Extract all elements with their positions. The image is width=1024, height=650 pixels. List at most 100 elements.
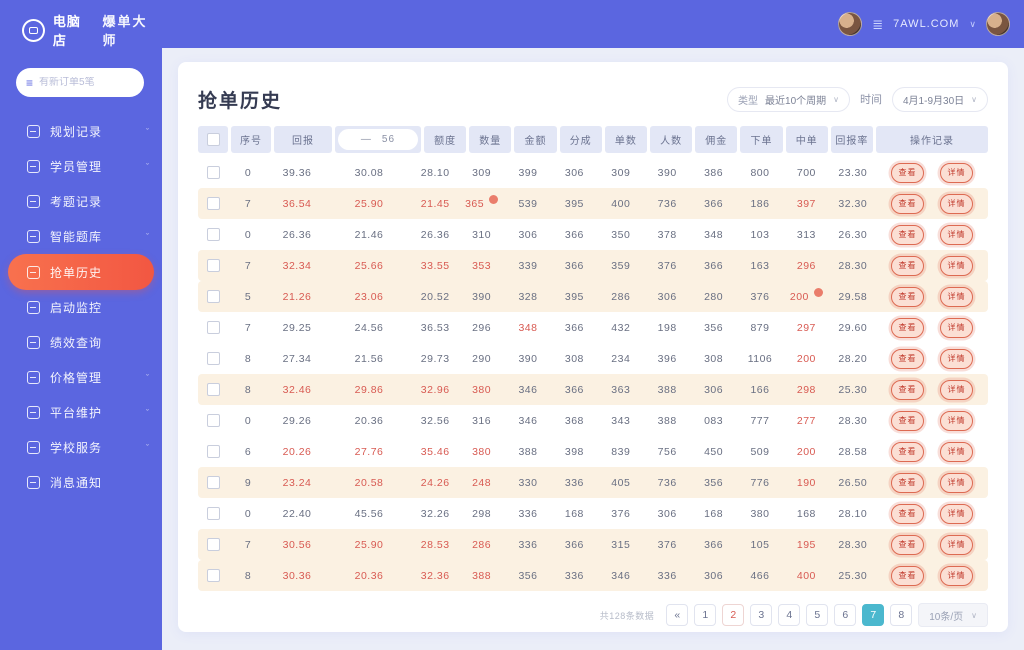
sidebar-search[interactable]: ≡ [16,68,144,97]
page-button-3[interactable]: 3 [750,604,773,626]
avatar[interactable] [838,12,863,36]
cell: 29.73 [420,352,450,365]
cell: 313 [796,228,816,241]
detail-badge-button[interactable]: 详情 [940,162,973,183]
view-badge-button[interactable]: 查看 [891,534,924,555]
sidebar-item-抢单历史[interactable]: 抢单历史 [8,254,154,290]
detail-badge-button[interactable]: 详情 [940,317,973,338]
view-badge-button[interactable]: 查看 [891,317,924,338]
select-all-checkbox[interactable] [206,133,220,146]
view-badge-button[interactable]: 查看 [891,286,924,307]
view-badge-button[interactable]: 查看 [891,472,924,493]
cell: 363 [611,383,631,396]
sidebar-item-考题记录[interactable]: 考题记录 [0,184,162,219]
row-checkbox[interactable] [206,259,220,272]
detail-badge-button[interactable]: 详情 [940,565,973,586]
cell: 0 [244,166,252,179]
sidebar-item-平台维护[interactable]: 平台维护 ˇ [0,395,162,430]
view-badge-button[interactable]: 查看 [891,441,924,462]
username[interactable]: 7AWL.COM [893,18,959,30]
view-badge-button[interactable]: 查看 [891,379,924,400]
page-button-5[interactable]: 5 [806,604,829,626]
row-checkbox[interactable] [206,383,220,396]
range-dash: — [360,134,372,145]
page-button-6[interactable]: 6 [834,604,857,626]
page-button-1[interactable]: 1 [694,604,717,626]
row-checkbox[interactable] [206,352,220,365]
page-button-4[interactable]: 4 [778,604,801,626]
cell: 25.30 [838,383,868,396]
cell: 350 [611,228,631,241]
detail-badge-button[interactable]: 详情 [940,193,973,214]
row-checkbox[interactable] [206,414,220,427]
page-button-7[interactable]: 7 [862,604,885,626]
cell: 450 [704,445,724,458]
sidebar-item-学员管理[interactable]: 学员管理 ˇ [0,149,162,184]
sidebar-item-消息通知[interactable]: 消息通知 [0,465,162,500]
sidebar-item-label: 学员管理 [50,160,103,174]
detail-badge-button[interactable]: 详情 [940,410,973,431]
sidebar-item-启动监控[interactable]: 启动监控 [0,290,162,325]
cell: 380 [750,507,770,520]
chevron-down-icon: ∨ [971,94,977,104]
page-button-2[interactable]: 2 [722,604,745,626]
view-badge-button[interactable]: 查看 [891,410,924,431]
row-checkbox[interactable] [206,228,220,241]
row-checkbox[interactable] [206,538,220,551]
row-checkbox[interactable] [206,476,220,489]
cell: 6 [244,445,252,458]
detail-badge-button[interactable]: 详情 [940,348,973,369]
cell: 24.56 [354,321,384,334]
cell: 29.86 [354,383,384,396]
cell: 23.24 [282,476,312,489]
detail-badge-button[interactable]: 详情 [940,255,973,276]
view-badge-button[interactable]: 查看 [891,193,924,214]
row-checkbox[interactable] [206,321,220,334]
detail-badge-button[interactable]: 详情 [940,472,973,493]
row-checkbox[interactable] [206,166,220,179]
brand-name-right: 爆单大师 [102,14,148,48]
row-checkbox[interactable] [206,197,220,210]
cell: 21.26 [282,290,312,303]
page-size-dropdown[interactable]: 10条/页 ∨ [918,603,988,627]
search-input[interactable] [39,77,126,88]
detail-badge-button[interactable]: 详情 [940,534,973,555]
detail-badge-button[interactable]: 详情 [940,224,973,245]
row-checkbox[interactable] [206,507,220,520]
period-filter-dropdown[interactable]: 类型 最近10个周期 ∨ [727,86,850,112]
view-badge-button[interactable]: 查看 [891,224,924,245]
cell: 509 [750,445,770,458]
sidebar-item-智能题库[interactable]: 智能题库 ˇ [0,219,162,254]
sidebar-item-规划记录[interactable]: 规划记录 ˇ [0,114,162,149]
cell: 366 [564,259,584,272]
view-badge-button[interactable]: 查看 [891,348,924,369]
view-badge-button[interactable]: 查看 [891,503,924,524]
sidebar-item-label: 智能题库 [50,230,103,244]
cell: 28.30 [838,259,868,272]
row-checkbox[interactable] [206,445,220,458]
cell: 29.58 [838,290,868,303]
view-badge-button[interactable]: 查看 [891,162,924,183]
row-checkbox[interactable] [206,569,220,582]
cell: 8 [244,383,252,396]
chevron-down-icon[interactable]: ∨ [969,19,976,30]
list-icon [27,195,40,208]
avatar[interactable] [986,12,1010,36]
sidebar-item-学校服务[interactable]: 学校服务 ˇ [0,430,162,465]
date-filter-dropdown[interactable]: 4月1-9月30日 ∨ [892,86,988,112]
detail-badge-button[interactable]: 详情 [940,379,973,400]
row-actions: 查看 详情 [876,472,988,493]
column-header: 回报率 [830,126,873,153]
detail-badge-button[interactable]: 详情 [940,286,973,307]
detail-badge-button[interactable]: 详情 [940,441,973,462]
cell: 348 [704,228,724,241]
range-filter-input[interactable]: — 56 [338,129,418,150]
detail-badge-button[interactable]: 详情 [940,503,973,524]
view-badge-button[interactable]: 查看 [891,255,924,276]
page-button-8[interactable]: 8 [890,604,913,626]
prev-page-button[interactable]: « [666,604,689,626]
view-badge-button[interactable]: 查看 [891,565,924,586]
row-checkbox[interactable] [206,290,220,303]
sidebar-item-绩效查询[interactable]: 绩效查询 [0,325,162,360]
sidebar-item-价格管理[interactable]: 价格管理 ˇ [0,360,162,395]
